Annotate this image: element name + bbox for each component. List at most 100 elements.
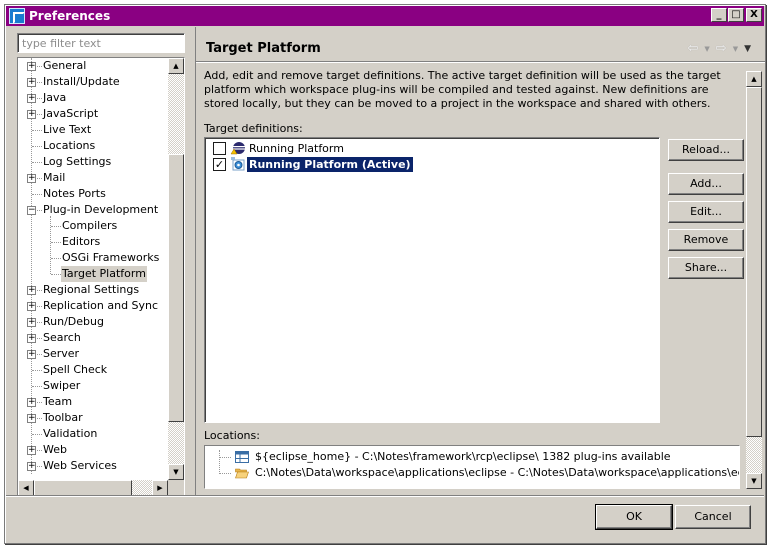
share-button[interactable]: Share...: [668, 257, 744, 279]
tree-connector: [32, 370, 42, 371]
window-title: Preferences: [29, 9, 111, 23]
tree-vertical-scrollbar[interactable]: ▲ ▼: [168, 58, 184, 480]
expand-icon[interactable]: +: [27, 62, 36, 71]
tree-connector: [32, 434, 42, 435]
scroll-down-button[interactable]: ▼: [168, 464, 184, 480]
tree-item-web-services[interactable]: + Web Services: [18, 458, 168, 474]
add-button[interactable]: Add...: [668, 173, 744, 195]
expand-icon[interactable]: +: [27, 302, 36, 311]
tree-item-validation[interactable]: Validation: [18, 426, 168, 442]
tree-item-web[interactable]: + Web: [18, 442, 168, 458]
expand-icon[interactable]: +: [27, 462, 36, 471]
expand-icon[interactable]: +: [27, 446, 36, 455]
tree-item-label: Swiper: [43, 379, 81, 392]
expand-icon[interactable]: +: [27, 398, 36, 407]
tree-item-target-platform[interactable]: Target Platform: [18, 266, 168, 282]
tree-item-server[interactable]: + Server: [18, 346, 168, 362]
target-checkbox[interactable]: ✓: [213, 157, 226, 171]
title-bar[interactable]: Preferences _ □ X: [6, 6, 764, 26]
tree-connector: [32, 194, 42, 195]
tree-item-label: Web Services: [43, 459, 117, 472]
expand-icon[interactable]: +: [27, 334, 36, 343]
tree-item-label: Server: [43, 347, 80, 360]
scroll-up-button[interactable]: ▲: [746, 71, 762, 87]
expand-icon[interactable]: +: [27, 110, 36, 119]
tree-item-javascript[interactable]: + JavaScript: [18, 106, 168, 122]
edit-button[interactable]: Edit...: [668, 201, 744, 223]
reload-button[interactable]: Reload...: [668, 139, 744, 161]
view-menu-icon[interactable]: ▼: [744, 44, 751, 54]
tree-item-swiper[interactable]: Swiper: [18, 378, 168, 394]
collapse-icon[interactable]: −: [27, 206, 36, 215]
expand-icon[interactable]: +: [27, 286, 36, 295]
scroll-down-button[interactable]: ▼: [746, 473, 762, 489]
tree-item-label: General: [43, 59, 87, 72]
location-row[interactable]: C:\Notes\Data\workspace\applications\ecl…: [235, 465, 739, 481]
expand-icon[interactable]: +: [27, 414, 36, 423]
tree-item-label: OSGi Frameworks: [62, 251, 160, 264]
tree-item-locations[interactable]: Locations: [18, 138, 168, 154]
tree-item-regional-settings[interactable]: + Regional Settings: [18, 282, 168, 298]
tree-item-live-text[interactable]: Live Text: [18, 122, 168, 138]
maximize-button[interactable]: □: [728, 8, 744, 22]
installation-icon: [235, 451, 249, 463]
scroll-thumb[interactable]: [746, 87, 762, 437]
remove-button[interactable]: Remove: [668, 229, 744, 251]
target-definitions-list[interactable]: Running Platform ✓ Running Platform (Act…: [204, 137, 660, 423]
target-definition-row[interactable]: Running Platform: [213, 140, 346, 156]
scroll-thumb[interactable]: [168, 154, 184, 422]
expand-icon[interactable]: +: [27, 318, 36, 327]
tree-connector: [51, 242, 61, 243]
page-vertical-scrollbar[interactable]: ▲ ▼: [746, 71, 762, 489]
scroll-right-button[interactable]: ▶: [152, 480, 168, 496]
back-arrow-icon[interactable]: ⇦: [687, 41, 698, 56]
tree-item-plug-in-development[interactable]: − Plug-in Development: [18, 202, 168, 218]
tree-item-install-update[interactable]: + Install/Update: [18, 74, 168, 90]
tree-item-spell-check[interactable]: Spell Check: [18, 362, 168, 378]
minimize-button[interactable]: _: [711, 8, 727, 22]
tree-item-run-debug[interactable]: + Run/Debug: [18, 314, 168, 330]
expand-icon[interactable]: +: [27, 78, 36, 87]
tree-item-label: Notes Ports: [43, 187, 106, 200]
tree-item-label: Plug-in Development: [43, 203, 159, 216]
target-definitions-label: Target definitions:: [204, 122, 303, 135]
tree-item-java[interactable]: + Java: [18, 90, 168, 106]
tree-item-log-settings[interactable]: Log Settings: [18, 154, 168, 170]
scroll-left-button[interactable]: ◀: [18, 480, 34, 496]
close-button[interactable]: X: [746, 8, 762, 22]
cancel-button[interactable]: Cancel: [675, 505, 751, 529]
tree-item-notes-ports[interactable]: Notes Ports: [18, 186, 168, 202]
tree-item-team[interactable]: + Team: [18, 394, 168, 410]
scroll-up-button[interactable]: ▲: [168, 58, 184, 74]
scroll-h-thumb[interactable]: [34, 480, 132, 496]
tree-item-search[interactable]: + Search: [18, 330, 168, 346]
page-description: Add, edit and remove target definitions.…: [204, 69, 721, 110]
tree-item-label: Validation: [43, 427, 98, 440]
expand-icon[interactable]: +: [27, 350, 36, 359]
forward-arrow-icon[interactable]: ⇨: [716, 41, 727, 56]
tree-item-label: Compilers: [62, 219, 118, 232]
tree-item-toolbar[interactable]: + Toolbar: [18, 410, 168, 426]
tree-item-editors[interactable]: Editors: [18, 234, 168, 250]
forward-dropdown-icon[interactable]: ▼: [733, 45, 738, 53]
back-dropdown-icon[interactable]: ▼: [704, 45, 709, 53]
tree-item-label: Run/Debug: [43, 315, 104, 328]
expand-icon[interactable]: +: [27, 94, 36, 103]
tree-item-label: JavaScript: [43, 107, 99, 120]
tree-item-replication-and-sync[interactable]: + Replication and Sync: [18, 298, 168, 314]
tree-item-label: Team: [43, 395, 73, 408]
tree-item-compilers[interactable]: Compilers: [18, 218, 168, 234]
footer-separator: [6, 495, 764, 497]
tree-horizontal-scrollbar[interactable]: ◀ ▶: [18, 480, 168, 496]
ok-button[interactable]: OK: [595, 504, 673, 530]
expand-icon[interactable]: +: [27, 174, 36, 183]
tree-item-label: Replication and Sync: [43, 299, 159, 312]
tree-item-general[interactable]: + General: [18, 58, 168, 74]
tree-item-mail[interactable]: + Mail: [18, 170, 168, 186]
location-row[interactable]: ${eclipse_home} - C:\Notes\framework\rcp…: [235, 449, 671, 465]
target-definition-row-active[interactable]: ✓ Running Platform (Active): [213, 156, 413, 172]
filter-input[interactable]: type filter text: [17, 33, 185, 53]
tree-item-osgi-frameworks[interactable]: OSGi Frameworks: [18, 250, 168, 266]
target-checkbox[interactable]: [213, 141, 226, 155]
locations-list[interactable]: ${eclipse_home} - C:\Notes\framework\rcp…: [204, 445, 740, 489]
